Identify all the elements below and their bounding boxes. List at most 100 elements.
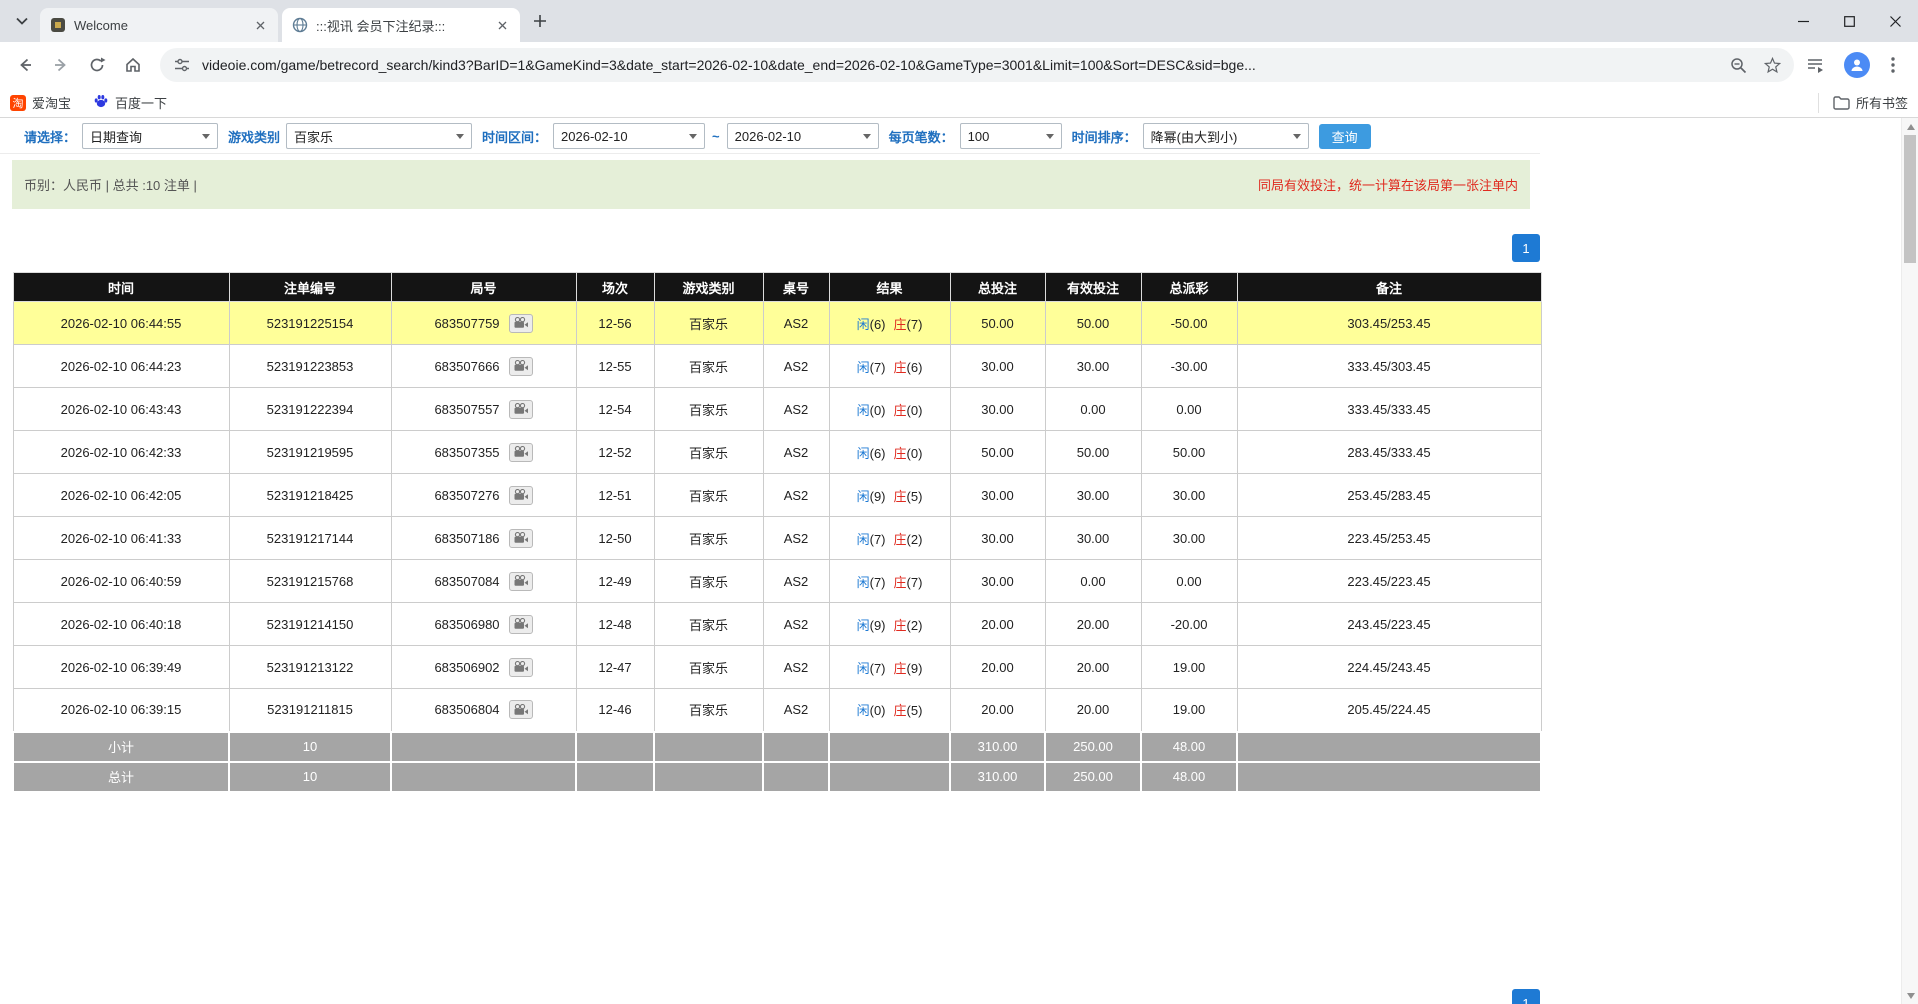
cell-round: 683506804 [391,689,576,732]
cell-note: 333.45/303.45 [1237,345,1541,388]
sort-label: 时间排序： [1072,127,1137,146]
player-label: 闲 [857,360,870,375]
per-page-select[interactable]: 100 [960,123,1062,149]
browser-menu-icon[interactable] [1878,50,1908,80]
pagination-top: 1 [0,234,1540,262]
cell-result: 闲(6)庄(7) [829,302,950,345]
cell-session: 12-48 [576,603,654,646]
url-text[interactable]: videoie.com/game/betrecord_search/kind3?… [202,57,1718,73]
cell-round: 683507666 [391,345,576,388]
date-start-select[interactable]: 2026-02-10 [553,123,705,149]
cell-payout: 30.00 [1141,517,1237,560]
video-camera-icon[interactable] [509,615,533,634]
video-camera-icon[interactable] [509,443,533,462]
cell-note: 223.45/223.45 [1237,560,1541,603]
navigation-bar: videoie.com/game/betrecord_search/kind3?… [0,42,1918,88]
scroll-down-arrow-icon[interactable] [1902,987,1918,1004]
close-window-button[interactable] [1872,0,1918,42]
cell-session: 12-54 [576,388,654,431]
game-type-select[interactable]: 百家乐 [286,123,472,149]
tab-welcome[interactable]: Welcome [40,8,278,42]
scroll-up-arrow-icon[interactable] [1902,118,1918,135]
address-bar[interactable]: videoie.com/game/betrecord_search/kind3?… [160,48,1794,82]
cell-time: 2026-02-10 06:44:55 [13,302,229,345]
media-controls-icon[interactable] [1800,50,1830,80]
date-end-select[interactable]: 2026-02-10 [727,123,879,149]
banker-label: 庄 [894,703,907,718]
maximize-button[interactable] [1826,0,1872,42]
cell-game-kind: 百家乐 [654,474,763,517]
tab-bet-records[interactable]: :::视讯 会员下注纪录::: [282,8,520,42]
forward-button[interactable] [46,50,76,80]
page-1-button[interactable]: 1 [1512,234,1540,262]
tab-search-chevron-icon[interactable] [8,7,36,35]
date-separator: ~ [712,129,720,144]
video-camera-icon[interactable] [509,357,533,376]
toolbar-right-icons [1800,50,1908,80]
cell-session: 12-56 [576,302,654,345]
round-id: 683507666 [434,359,499,374]
tab-title: Welcome [74,18,246,33]
col-payout: 总派彩 [1141,273,1237,302]
home-button[interactable] [118,50,148,80]
refresh-button[interactable] [82,50,112,80]
cell-payout: 0.00 [1141,560,1237,603]
player-label: 闲 [857,661,870,676]
total-total-bet: 310.00 [950,762,1045,792]
cell-table-no: AS2 [763,517,829,560]
table-row: 2026-02-10 06:42:05 523191218425 6835072… [13,474,1541,517]
total-row: 总计 10 310.00 250.00 48.00 [13,762,1541,792]
cell-time: 2026-02-10 06:40:18 [13,603,229,646]
back-button[interactable] [10,50,40,80]
cell-bet-id: 523191219595 [229,431,391,474]
bookmark-baidu[interactable]: 百度一下 [93,93,167,112]
round-id: 683507557 [434,402,499,417]
video-camera-icon[interactable] [509,700,533,719]
cell-time: 2026-02-10 06:42:05 [13,474,229,517]
cell-result: 闲(7)庄(9) [829,646,950,689]
cell-bet-id: 523191214150 [229,603,391,646]
new-tab-button[interactable] [526,7,554,35]
player-label: 闲 [857,575,870,590]
query-type-select[interactable]: 日期查询 [82,123,218,149]
cell-payout: 0.00 [1141,388,1237,431]
all-bookmarks-button[interactable]: 所有书签 [1818,93,1908,113]
tab-close-icon[interactable] [494,17,510,33]
scrollbar-thumb[interactable] [1904,135,1916,263]
search-button[interactable]: 查询 [1319,124,1371,149]
cell-note: 223.45/253.45 [1237,517,1541,560]
video-camera-icon[interactable] [509,314,533,333]
banker-label: 庄 [894,317,907,332]
cell-session: 12-52 [576,431,654,474]
video-camera-icon[interactable] [509,486,533,505]
cell-table-no: AS2 [763,646,829,689]
page-scrollbar[interactable] [1901,118,1918,1004]
bookmarks-bar: 淘 爱淘宝 百度一下 所有书签 [0,88,1918,118]
cell-valid-bet: 50.00 [1045,431,1141,474]
cell-result: 闲(7)庄(2) [829,517,950,560]
cell-result: 闲(9)庄(2) [829,603,950,646]
video-camera-icon[interactable] [509,658,533,677]
cell-total-bet: 20.00 [950,689,1045,732]
cell-game-kind: 百家乐 [654,560,763,603]
cell-game-kind: 百家乐 [654,431,763,474]
page-1-button-bottom[interactable]: 1 [1512,989,1540,1004]
taobao-icon: 淘 [10,95,26,111]
cell-total-bet: 20.00 [950,646,1045,689]
video-camera-icon[interactable] [509,572,533,591]
cell-payout: -50.00 [1141,302,1237,345]
cell-game-kind: 百家乐 [654,517,763,560]
zoom-icon[interactable] [1728,55,1748,75]
round-id: 683506804 [434,702,499,717]
video-camera-icon[interactable] [509,400,533,419]
tab-close-icon[interactable] [252,17,268,33]
minimize-button[interactable] [1780,0,1826,42]
cell-session: 12-50 [576,517,654,560]
profile-avatar[interactable] [1844,52,1870,78]
site-info-icon[interactable] [172,55,192,75]
bookmark-taobao[interactable]: 淘 爱淘宝 [10,93,71,112]
sort-select[interactable]: 降幂(由大到小) [1143,123,1309,149]
video-camera-icon[interactable] [509,529,533,548]
cell-table-no: AS2 [763,431,829,474]
bookmark-star-icon[interactable] [1762,55,1782,75]
